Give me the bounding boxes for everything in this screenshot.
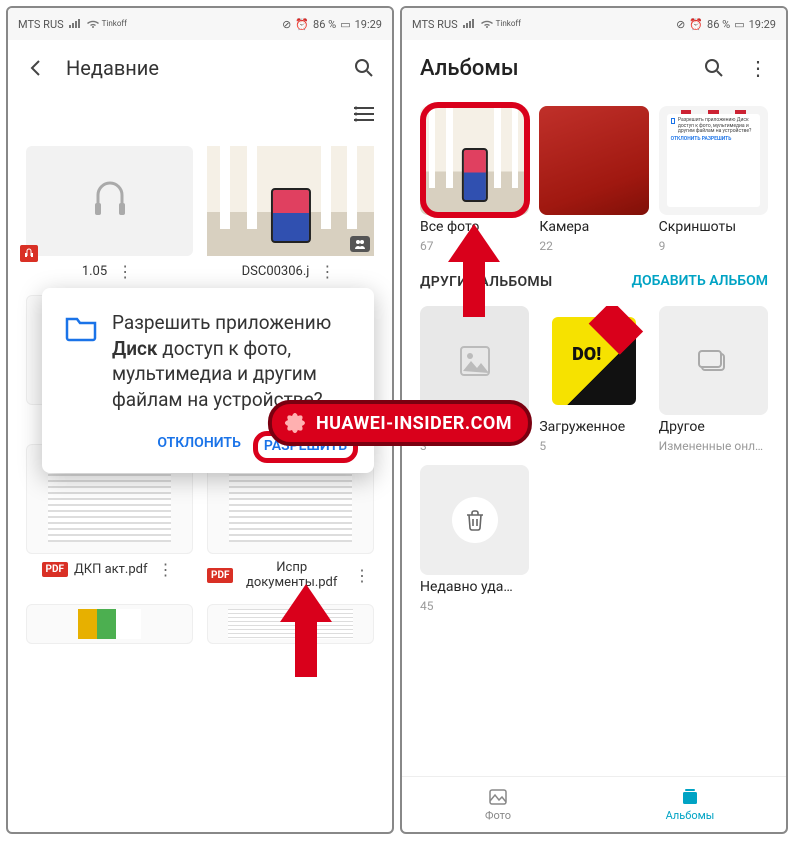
photo-tab-icon xyxy=(488,787,508,807)
file-item[interactable]: DSC00306.j⋮ xyxy=(207,146,374,281)
more-icon[interactable]: ⋮ xyxy=(113,262,137,281)
audio-icon xyxy=(90,181,130,221)
annotation-arrow xyxy=(448,224,500,317)
view-toggle-button[interactable] xyxy=(350,100,378,128)
time-label: 19:29 xyxy=(355,18,382,31)
folder-icon xyxy=(64,310,98,344)
annotation-arrow xyxy=(280,584,332,677)
alarm-icon: ⏰ xyxy=(295,18,309,31)
pdf-badge: PDF xyxy=(207,568,233,583)
carrier-label: MTS RUS xyxy=(18,18,64,31)
pdf-badge: PDF xyxy=(42,562,68,577)
audio-badge xyxy=(20,245,38,262)
more-icon[interactable]: ⋮ xyxy=(350,566,374,585)
app-header: Недавние xyxy=(8,40,392,96)
album-camera[interactable]: Камера 22 xyxy=(539,106,648,253)
carrier-sub: Tinkoff xyxy=(102,20,127,28)
album-other[interactable]: Другое Измененные онл… xyxy=(659,306,768,453)
more-icon[interactable]: ⋮ xyxy=(315,262,339,281)
signal-icon xyxy=(68,19,82,29)
albums-header: Альбомы ⋮ xyxy=(402,40,786,96)
page-title: Недавние xyxy=(66,56,334,80)
overflow-button[interactable]: ⋮ xyxy=(744,54,772,82)
decline-button[interactable]: ОТКЛОНИТЬ xyxy=(157,435,240,459)
search-button[interactable] xyxy=(350,54,378,82)
dialog-message: Разрешить приложению Диск доступ к фото,… xyxy=(112,310,352,413)
image-placeholder-icon xyxy=(455,341,495,381)
albums-tab-icon xyxy=(680,787,700,807)
more-icon[interactable]: ⋮ xyxy=(154,560,178,579)
status-bar: MTS RUS Tinkoff ⊘⏰ 86 % ▭ 19:29 xyxy=(402,8,786,40)
back-button[interactable] xyxy=(22,54,50,82)
site-watermark: HUAWEI-INSIDER.COM xyxy=(268,400,532,446)
tab-albums[interactable]: Альбомы xyxy=(594,777,786,832)
bottom-tabs: Фото Альбомы xyxy=(402,776,786,832)
shared-badge-icon xyxy=(350,236,370,252)
file-item[interactable]: 1.05⋮ xyxy=(26,146,193,281)
battery-label: 86 % xyxy=(313,18,336,31)
folder-stack-icon xyxy=(694,342,732,380)
album-screenshots[interactable]: Разрешить приложению Диск доступ к фото,… xyxy=(659,106,768,253)
albums-title: Альбомы xyxy=(416,56,684,81)
album-downloads[interactable]: DO! Загруженное 5 xyxy=(539,306,648,453)
trash-icon xyxy=(463,508,487,532)
tab-photo[interactable]: Фото xyxy=(402,777,594,832)
wifi-icon xyxy=(86,19,100,29)
file-item[interactable] xyxy=(26,604,193,644)
status-bar: MTS RUS Tinkoff ⊘ ⏰ 86 % ▭ 19:29 xyxy=(8,8,392,40)
add-album-button[interactable]: ДОБАВИТЬ АЛЬБОМ xyxy=(632,273,768,290)
search-button[interactable] xyxy=(700,54,728,82)
album-recently-deleted[interactable]: Недавно уда… 45 xyxy=(420,465,529,612)
